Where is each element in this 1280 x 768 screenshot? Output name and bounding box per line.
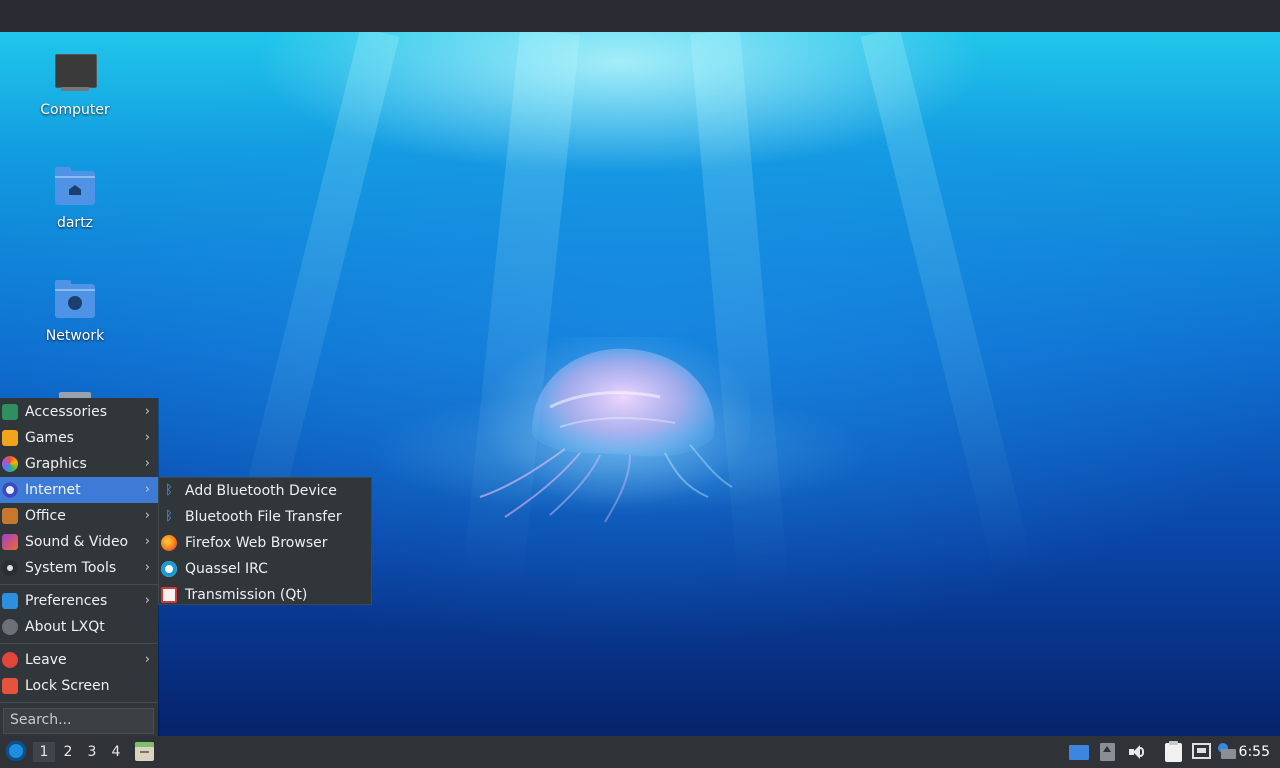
menu-separator: [0, 702, 158, 703]
submenu-item-label: Bluetooth File Transfer: [185, 509, 342, 525]
menu-item-office[interactable]: Office ›: [0, 503, 158, 529]
submenu-item-label: Firefox Web Browser: [185, 535, 328, 551]
desktop-icon-home[interactable]: dartz: [20, 167, 130, 231]
internet-icon: [2, 482, 18, 498]
jellyfish-illustration: [479, 337, 750, 523]
chevron-right-icon: ›: [144, 482, 150, 497]
preferences-icon: [2, 593, 18, 609]
desktop-icon-label: Network: [45, 328, 105, 344]
menu-item-label: Leave: [25, 652, 67, 668]
clipboard-icon[interactable]: [1165, 741, 1182, 762]
workspace-1[interactable]: 1: [33, 742, 55, 762]
window-indicator-icon[interactable]: [1069, 745, 1089, 760]
menu-item-label: Internet: [25, 482, 81, 498]
chevron-right-icon: ›: [144, 560, 150, 575]
taskbar: 1 2 3 4 6:55: [0, 736, 1280, 768]
menu-item-graphics[interactable]: Graphics ›: [0, 451, 158, 477]
menu-item-label: Office: [25, 508, 66, 524]
info-icon: [2, 619, 18, 635]
menu-item-label: Preferences: [25, 593, 108, 609]
menu-item-games[interactable]: Games ›: [0, 425, 158, 451]
chevron-right-icon: ›: [144, 534, 150, 549]
trash-icon: [53, 388, 97, 398]
clock[interactable]: 6:55: [1239, 744, 1270, 760]
bluetooth-icon: ᛒ: [165, 509, 173, 524]
network-folder-icon: [53, 280, 97, 322]
games-icon: [2, 430, 18, 446]
office-icon: [2, 508, 18, 524]
chevron-right-icon: ›: [144, 430, 150, 445]
menu-separator: [0, 643, 158, 644]
menu-item-internet[interactable]: Internet ›: [0, 477, 158, 503]
desktop-icon-trash[interactable]: [20, 388, 130, 398]
menu-separator: [0, 584, 158, 585]
menu-item-label: Accessories: [25, 404, 108, 420]
accessories-icon: [2, 404, 18, 420]
volume-icon[interactable]: [1127, 743, 1145, 761]
menu-search-input[interactable]: Search...: [3, 708, 154, 734]
menu-item-label: Graphics: [25, 456, 87, 472]
desktop-icon-label: Computer: [40, 102, 110, 118]
graphics-icon: [2, 456, 18, 472]
menu-item-label: Games: [25, 430, 74, 446]
desktop-icon-label: dartz: [56, 215, 94, 231]
workspace-3[interactable]: 3: [81, 742, 103, 762]
menu-item-label: System Tools: [25, 560, 117, 576]
menu-item-leave[interactable]: Leave ›: [0, 647, 158, 673]
bluetooth-icon: ᛒ: [165, 483, 173, 498]
menu-item-accessories[interactable]: Accessories ›: [0, 399, 158, 425]
top-bar: [0, 0, 1280, 32]
transmission-icon: [161, 587, 177, 603]
submenu-item-label: Quassel IRC: [185, 561, 268, 577]
lxqt-start-menu-icon[interactable]: [6, 741, 26, 761]
menu-item-label: Sound & Video: [25, 534, 129, 550]
menu-item-lock-screen[interactable]: Lock Screen: [0, 673, 158, 699]
firefox-icon: [161, 535, 177, 551]
submenu-item-bluetooth-file-transfer[interactable]: ᛒ Bluetooth File Transfer: [159, 504, 371, 530]
quassel-icon: [161, 561, 177, 577]
submenu-item-firefox[interactable]: Firefox Web Browser: [159, 530, 371, 556]
lock-icon: [2, 678, 18, 694]
network-status-icon[interactable]: [1192, 743, 1211, 759]
submenu-item-quassel-irc[interactable]: Quassel IRC: [159, 556, 371, 582]
internet-submenu: ᛒ Add Bluetooth Device ᛒ Bluetooth File …: [158, 477, 372, 605]
chevron-right-icon: ›: [144, 652, 150, 667]
menu-item-label: About LXQt: [25, 619, 105, 635]
menu-item-label: Lock Screen: [25, 678, 110, 694]
desktop-icon-computer[interactable]: Computer: [20, 54, 130, 118]
home-folder-icon: [53, 167, 97, 209]
chevron-right-icon: ›: [144, 508, 150, 523]
desktop-wallpaper[interactable]: Computer dartz Network: [0, 32, 1280, 736]
chevron-right-icon: ›: [144, 456, 150, 471]
system-tools-icon: [2, 560, 18, 576]
submenu-item-label: Add Bluetooth Device: [185, 483, 337, 499]
desktop-icon-network[interactable]: Network: [20, 280, 130, 344]
menu-item-about-lxqt[interactable]: About LXQt: [0, 614, 158, 640]
show-desktop-icon[interactable]: [135, 742, 154, 761]
menu-item-preferences[interactable]: Preferences ›: [0, 588, 158, 614]
notification-icon[interactable]: [1218, 743, 1236, 761]
application-menu: Accessories › Games › Graphics › Interne…: [0, 398, 158, 736]
chevron-right-icon: ›: [144, 404, 150, 419]
computer-icon: [53, 54, 97, 96]
menu-item-system-tools[interactable]: System Tools ›: [0, 555, 158, 581]
menu-item-sound-video[interactable]: Sound & Video ›: [0, 529, 158, 555]
submenu-item-add-bluetooth-device[interactable]: ᛒ Add Bluetooth Device: [159, 478, 371, 504]
submenu-item-label: Transmission (Qt): [185, 587, 308, 603]
workspace-2[interactable]: 2: [57, 742, 79, 762]
workspace-4[interactable]: 4: [105, 742, 127, 762]
sound-video-icon: [2, 534, 18, 550]
tray-arrow-icon[interactable]: [1100, 743, 1115, 761]
power-icon: [2, 652, 18, 668]
chevron-right-icon: ›: [144, 593, 150, 608]
light-ray: [860, 32, 1035, 581]
submenu-item-transmission[interactable]: Transmission (Qt): [159, 582, 371, 608]
